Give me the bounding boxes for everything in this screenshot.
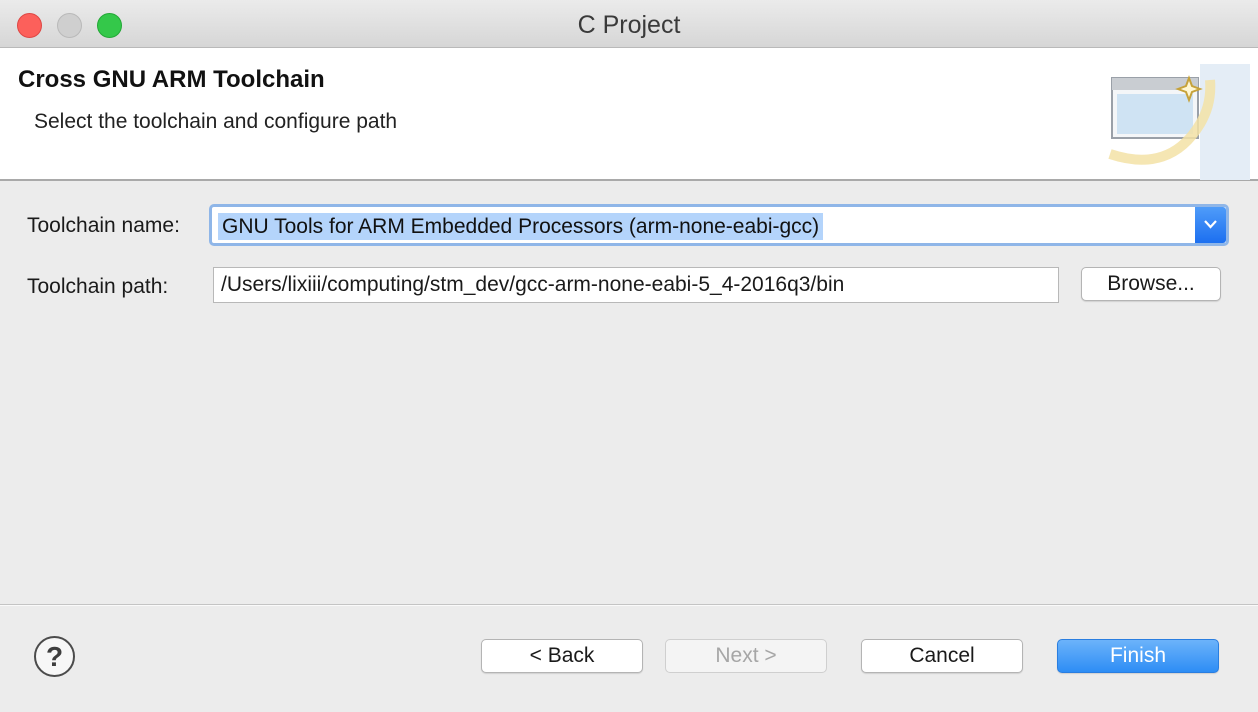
page-subtitle: Select the toolchain and configure path xyxy=(34,110,398,133)
title-bar: C Project xyxy=(0,0,1258,48)
back-button[interactable]: < Back xyxy=(481,639,643,673)
footer-separator xyxy=(0,604,1258,606)
page-title: Cross GNU ARM Toolchain xyxy=(18,66,325,93)
next-button: Next > xyxy=(665,639,827,673)
toolchain-path-label: Toolchain path: xyxy=(27,275,169,298)
wizard-graphic-icon xyxy=(1108,64,1250,180)
wizard-banner: Cross GNU ARM Toolchain Select the toolc… xyxy=(0,48,1258,181)
toolchain-name-dropdown[interactable]: GNU Tools for ARM Embedded Processors (a… xyxy=(209,204,1229,246)
chevron-down-icon xyxy=(1204,220,1217,229)
dropdown-arrow-button[interactable] xyxy=(1195,207,1226,243)
window-title: C Project xyxy=(577,11,681,39)
toolchain-path-input[interactable]: /Users/lixiii/computing/stm_dev/gcc-arm-… xyxy=(213,267,1059,303)
cancel-button[interactable]: Cancel xyxy=(861,639,1023,673)
toolchain-name-label: Toolchain name: xyxy=(27,214,180,237)
help-icon: ? xyxy=(45,641,64,672)
browse-button[interactable]: Browse... xyxy=(1081,267,1221,301)
toolchain-name-value: GNU Tools for ARM Embedded Processors (a… xyxy=(218,213,824,240)
finish-button[interactable]: Finish xyxy=(1057,639,1219,673)
help-button[interactable]: ? xyxy=(34,636,75,677)
